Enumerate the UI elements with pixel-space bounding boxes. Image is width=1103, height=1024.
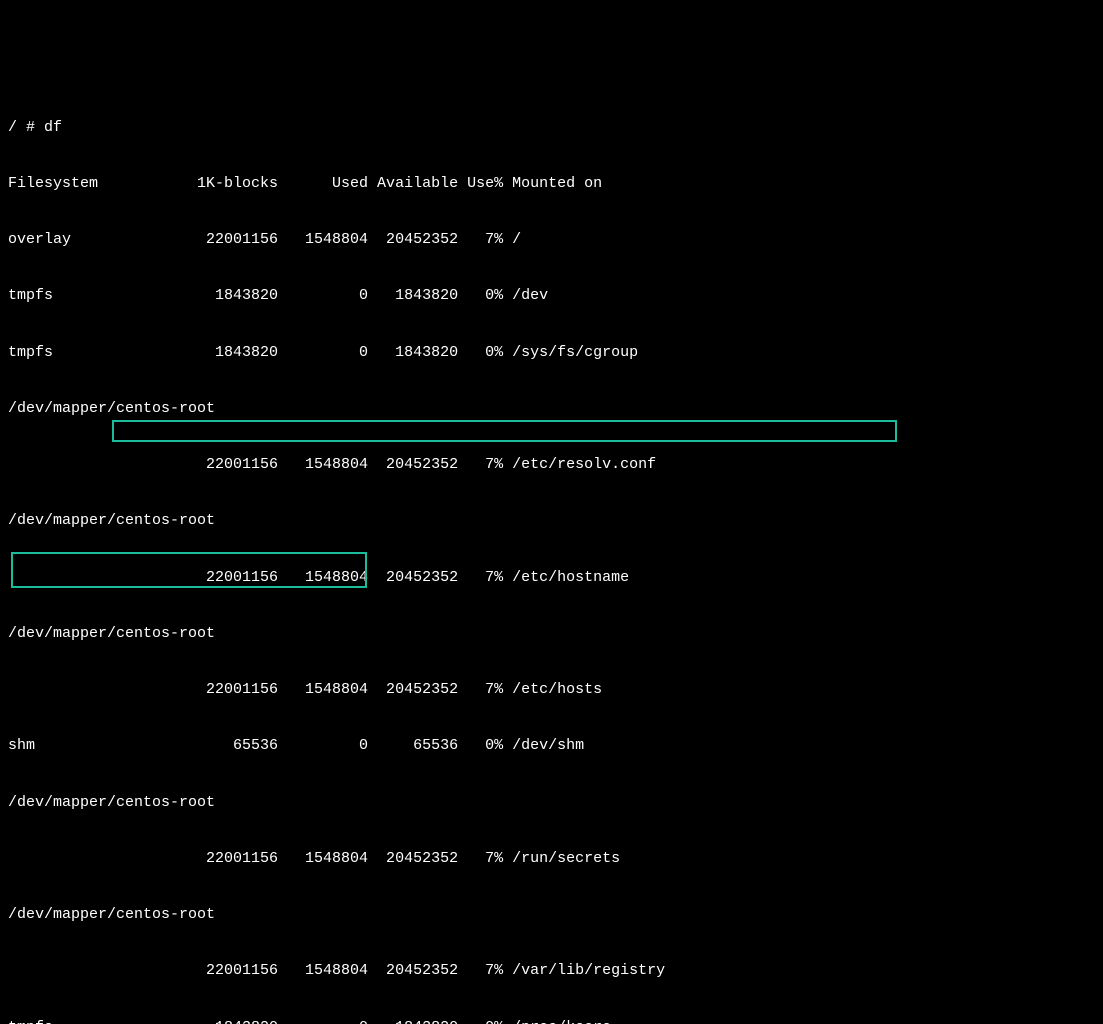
df-header: Filesystem 1K-blocks Used Available Use%…: [8, 175, 1095, 194]
df-row: 22001156 1548804 20452352 7% /run/secret…: [8, 850, 1095, 869]
df-row: /dev/mapper/centos-root: [8, 906, 1095, 925]
terminal-output[interactable]: / # df Filesystem 1K-blocks Used Availab…: [8, 81, 1095, 1024]
df-row: 22001156 1548804 20452352 7% /etc/resolv…: [8, 456, 1095, 475]
df-row: shm 65536 0 65536 0% /dev/shm: [8, 737, 1095, 756]
prompt-line-df: / # df: [8, 119, 1095, 138]
df-row: 22001156 1548804 20452352 7% /etc/hosts: [8, 681, 1095, 700]
df-row: tmpfs 1843820 0 1843820 0% /dev: [8, 287, 1095, 306]
df-row: 22001156 1548804 20452352 7% /var/lib/re…: [8, 962, 1095, 981]
df-row: tmpfs 1843820 0 1843820 0% /sys/fs/cgrou…: [8, 344, 1095, 363]
df-row: /dev/mapper/centos-root: [8, 625, 1095, 644]
df-row: tmpfs 1843820 0 1843820 0% /proc/kcore: [8, 1019, 1095, 1024]
df-row: /dev/mapper/centos-root: [8, 794, 1095, 813]
df-row: 22001156 1548804 20452352 7% /etc/hostna…: [8, 569, 1095, 588]
df-row: /dev/mapper/centos-root: [8, 512, 1095, 531]
df-row: overlay 22001156 1548804 20452352 7% /: [8, 231, 1095, 250]
highlight-box-registry: [112, 420, 897, 442]
df-row: /dev/mapper/centos-root: [8, 400, 1095, 419]
